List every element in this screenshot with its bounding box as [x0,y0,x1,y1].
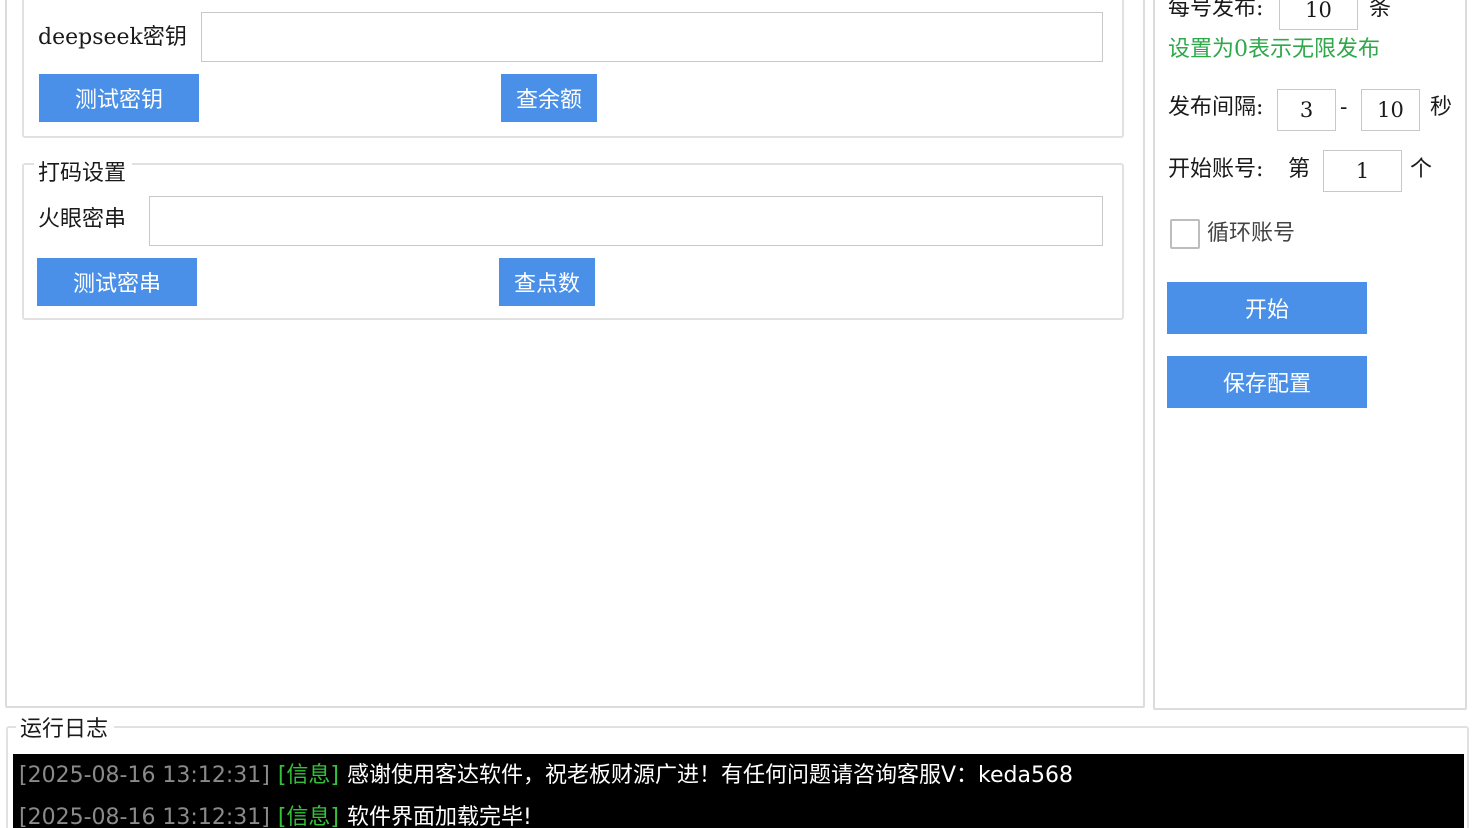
unlimited-hint: 设置为0表示无限发布 [1168,37,1380,62]
test-captcha-key-button[interactable]: 测试密串 [37,258,197,306]
deepseek-key-input[interactable] [201,12,1103,62]
check-points-button[interactable]: 查点数 [499,258,595,306]
interval-label: 发布间隔: [1168,95,1264,120]
huoyan-key-input[interactable] [149,196,1103,246]
log-timestamp: [2025-08-16 13:12:31] [19,805,270,828]
interval-min-input[interactable] [1277,89,1336,131]
log-tag: [信息] [277,805,339,828]
per-account-unit: 条 [1369,0,1392,21]
log-line: [2025-08-16 13:12:31] [信息] 软件界面加载完毕! [19,804,532,828]
interval-unit: 秒 [1430,95,1453,120]
check-balance-button[interactable]: 查余额 [501,74,597,122]
loop-account-label: 循环账号 [1207,221,1296,246]
start-account-input[interactable] [1323,150,1402,192]
interval-separator: - [1340,95,1348,120]
loop-account-checkbox[interactable] [1170,219,1200,249]
log-timestamp: [2025-08-16 13:12:31] [19,763,270,788]
per-account-input[interactable] [1279,0,1358,30]
log-message: 感谢使用客达软件，祝老板财源广进！有任何问题请咨询客服V：keda568 [347,763,1073,788]
log-console[interactable]: [2025-08-16 13:12:31] [信息] 感谢使用客达软件，祝老板财源广… [13,754,1464,828]
start-account-unit: 个 [1410,157,1433,182]
log-title: 运行日志 [16,717,115,743]
log-tag: [信息] [277,763,339,788]
start-account-prefix: 第 [1288,157,1311,182]
per-account-label: 每号发布: [1168,0,1264,21]
start-account-label: 开始账号: [1168,157,1264,182]
interval-max-input[interactable] [1361,89,1420,131]
log-line: [2025-08-16 13:12:31] [信息] 感谢使用客达软件，祝老板财源广… [19,762,1073,790]
save-config-button[interactable]: 保存配置 [1167,356,1367,408]
deepseek-key-label: deepseek密钥 [38,25,187,50]
huoyan-key-label: 火眼密串 [38,207,127,232]
start-button[interactable]: 开始 [1167,282,1367,334]
test-key-button[interactable]: 测试密钥 [39,74,199,122]
captcha-group-title: 打码设置 [34,161,133,187]
log-message: 软件界面加载完毕! [347,805,532,828]
